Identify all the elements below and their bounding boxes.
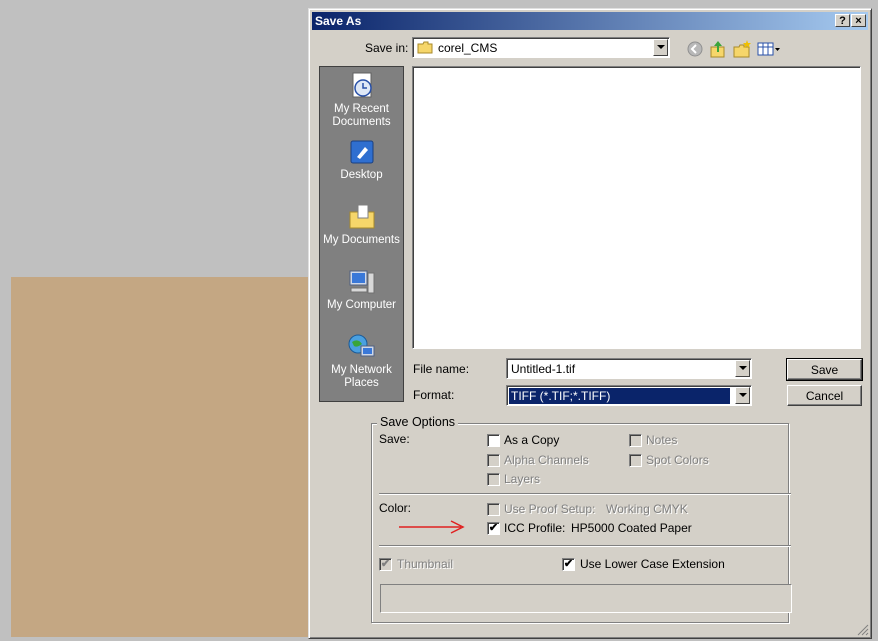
network-places-icon: [348, 334, 374, 357]
notes-checkbox[interactable]: [629, 434, 642, 447]
use-proof-setup-label[interactable]: Use Proof Setup:: [504, 502, 595, 516]
place-network-places[interactable]: My Network Places: [320, 332, 403, 390]
up-folder-icon[interactable]: [708, 39, 728, 59]
dialog-title: Save As: [315, 14, 362, 28]
place-label: My Documents: [323, 234, 400, 246]
file-size-info-box: [380, 584, 792, 613]
save-in-label: Save in:: [365, 41, 409, 55]
file-name-label: File name:: [413, 362, 470, 376]
my-documents-icon: [349, 204, 374, 229]
place-my-documents[interactable]: My Documents: [320, 202, 403, 247]
places-bar: My Recent Documents Desktop My Documents: [319, 66, 404, 402]
save-options-title: Save Options: [377, 415, 459, 429]
thumbnail-checkbox[interactable]: ✔: [379, 558, 392, 571]
annotation-arrow: [399, 520, 465, 534]
format-value: TIFF (*.TIF;*.TIFF): [509, 388, 730, 404]
thumbnail-label[interactable]: Thumbnail: [397, 557, 453, 571]
help-button[interactable]: ?: [835, 14, 850, 27]
place-label: My Computer: [326, 299, 397, 311]
spot-colors-label[interactable]: Spot Colors: [646, 453, 709, 467]
file-name-input[interactable]: Untitled-1.tif: [506, 358, 752, 379]
color-label: Color:: [379, 501, 412, 515]
alpha-channels-checkbox[interactable]: [487, 454, 500, 467]
folder-icon: [417, 41, 433, 54]
layers-label[interactable]: Layers: [504, 472, 540, 486]
file-list[interactable]: [412, 66, 861, 349]
icc-profile-value: HP5000 Coated Paper: [571, 521, 692, 535]
icc-profile-checkbox[interactable]: ✔: [487, 522, 500, 535]
title-bar[interactable]: Save As ? ×: [312, 12, 868, 30]
chevron-down-icon[interactable]: [653, 39, 668, 56]
resize-grip-icon[interactable]: [857, 624, 869, 636]
as-a-copy-label[interactable]: As a Copy: [504, 433, 559, 447]
my-computer-icon: [349, 270, 374, 294]
new-folder-icon[interactable]: [732, 39, 752, 59]
save-button-label: Save: [810, 363, 839, 377]
place-desktop[interactable]: Desktop: [320, 137, 403, 182]
save-label: Save:: [379, 432, 410, 446]
place-label: Desktop: [340, 169, 383, 181]
save-button[interactable]: Save: [786, 358, 863, 381]
save-in-value: corel_CMS: [438, 41, 498, 55]
layers-checkbox[interactable]: [487, 473, 500, 486]
options-separator: [379, 545, 791, 547]
save-in-dropdown[interactable]: corel_CMS: [412, 37, 670, 58]
cancel-button[interactable]: Cancel: [787, 385, 862, 406]
back-icon[interactable]: [685, 39, 705, 59]
place-my-computer[interactable]: My Computer: [320, 267, 403, 312]
desktop-icon: [350, 140, 373, 164]
chevron-down-icon[interactable]: [735, 360, 750, 377]
place-recent-documents[interactable]: My Recent Documents: [320, 71, 403, 129]
spot-colors-checkbox[interactable]: [629, 454, 642, 467]
color-swatch: [11, 277, 309, 637]
lower-case-extension-label[interactable]: Use Lower Case Extension: [580, 557, 725, 571]
options-separator: [379, 493, 791, 495]
proof-setup-value: Working CMYK: [606, 502, 688, 516]
recent-documents-icon: [352, 72, 372, 98]
notes-label[interactable]: Notes: [646, 433, 677, 447]
format-dropdown[interactable]: TIFF (*.TIF;*.TIFF): [506, 385, 752, 406]
chevron-down-icon[interactable]: [735, 387, 750, 404]
place-label: My Recent Documents: [332, 103, 391, 128]
as-a-copy-checkbox[interactable]: [487, 434, 500, 447]
alpha-channels-label[interactable]: Alpha Channels: [504, 453, 589, 467]
lower-case-extension-checkbox[interactable]: ✔: [562, 558, 575, 571]
use-proof-setup-checkbox[interactable]: [487, 503, 500, 516]
format-label: Format:: [413, 388, 455, 402]
icc-profile-label[interactable]: ICC Profile:: [504, 521, 565, 535]
file-name-value: Untitled-1.tif: [511, 362, 576, 376]
save-as-dialog: Save As ? × Save in: corel_CMS My Recent…: [308, 8, 872, 639]
close-button[interactable]: ×: [851, 14, 866, 27]
place-label: My Network Places: [331, 364, 392, 389]
view-menu-icon[interactable]: [756, 39, 782, 59]
cancel-button-label: Cancel: [805, 389, 844, 403]
